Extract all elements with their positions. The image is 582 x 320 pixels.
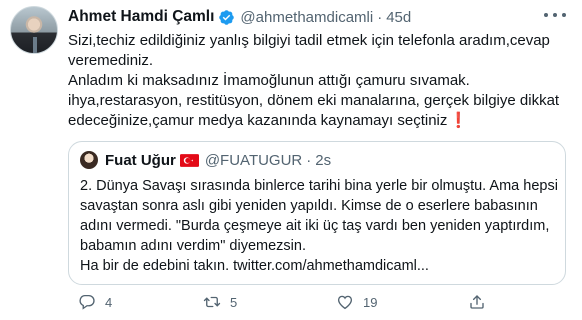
like-count: 19 <box>363 294 378 310</box>
quoted-text-line: babamın adını verdim" diyemezsin. <box>80 238 306 254</box>
separator-dot: · <box>306 151 312 169</box>
quoted-text-line: savaştan sonra aslı gibi yeniden yapıldı… <box>80 198 538 214</box>
quoted-tweet-time: 2s <box>315 151 332 169</box>
reply-icon <box>79 294 95 310</box>
quoted-tweet-header: Fuat Uğur @FUATUGUR · 2s <box>105 150 331 170</box>
tweet-text-line: edeceğinize,çamur medya kazanında kaynam… <box>68 112 448 129</box>
author-avatar[interactable] <box>10 6 58 54</box>
retweet-icon <box>203 296 221 308</box>
quoted-author-name: Fuat Uğur <box>105 151 176 169</box>
reply-button[interactable]: 4 <box>78 290 112 314</box>
tweet-actions: 4 5 19 <box>68 290 568 314</box>
like-icon <box>337 295 353 310</box>
tweet-text-line: Anladım ki maksadınız İmamoğlunun attığı… <box>68 72 470 89</box>
reply-count: 4 <box>105 294 113 310</box>
quoted-text-line: 2. Dünya Savaşı sırasında binlerce tarih… <box>80 178 558 194</box>
tweet-text-line: Sizi,techiz edildiğiniz yanlış bilgiyi t… <box>68 32 550 49</box>
share-button[interactable] <box>468 290 486 314</box>
like-button[interactable]: 19 <box>336 290 377 314</box>
quoted-text-line: adını vermedi. "Burda çeşmeye ait iki üç… <box>80 218 550 234</box>
quoted-text-line: Ha bir de edebini takın. twitter.com/ahm… <box>80 258 429 274</box>
verified-badge-icon <box>219 9 235 25</box>
separator-dot: · <box>377 8 383 26</box>
tweet-text: Sizi,techiz edildiğiniz yanlış bilgiyi t… <box>68 31 568 131</box>
tweet-header: Ahmet Hamdi Çamlı @ahmethamdicamli · 45d <box>68 6 411 28</box>
tweet-text-line: veremediniz. <box>68 52 154 69</box>
quoted-author-avatar <box>80 151 98 169</box>
quoted-author-handle: @FUATUGUR <box>204 151 303 169</box>
retweet-button[interactable]: 5 <box>203 290 237 314</box>
turkey-flag-icon <box>179 153 199 167</box>
exclamation-emoji-icon: ❗ <box>449 112 469 129</box>
author-handle[interactable]: @ahmethamdicamli <box>240 9 373 26</box>
tweet-text-line-last: edeceğinize,çamur medya kazanında kaynam… <box>68 111 568 131</box>
share-icon <box>470 295 484 309</box>
tweet-time[interactable]: 45d <box>386 9 411 26</box>
more-options-icon[interactable] <box>544 10 566 20</box>
retweet-count: 5 <box>230 294 238 310</box>
author-name[interactable]: Ahmet Hamdi Çamlı <box>68 8 214 26</box>
quoted-tweet-card[interactable]: Fuat Uğur @FUATUGUR · 2s 2. Dünya Savaşı… <box>68 141 566 285</box>
quoted-tweet-text: 2. Dünya Savaşı sırasında binlerce tarih… <box>80 176 560 276</box>
tweet-text-line: ihya,restarasyon, restitüsyon, dönem eki… <box>68 92 560 109</box>
